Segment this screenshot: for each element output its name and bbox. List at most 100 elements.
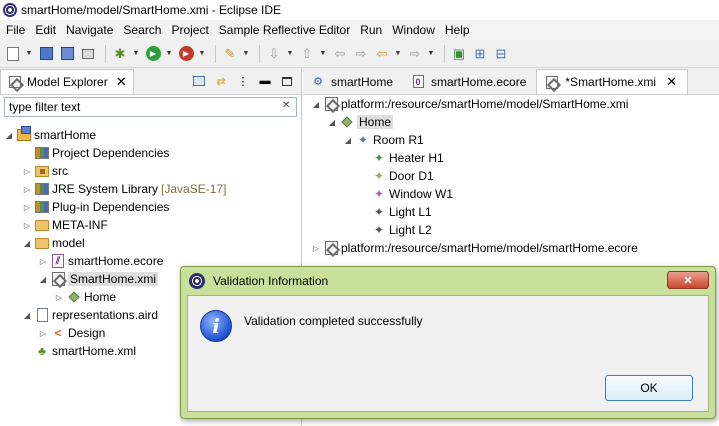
save-all-icon[interactable] bbox=[58, 45, 76, 63]
menu-file[interactable]: File bbox=[0, 23, 30, 37]
forward-dropdown-icon[interactable]: ▼ bbox=[427, 45, 435, 63]
model-element-icon: ✦ bbox=[373, 169, 385, 183]
menu-bar: File Edit Navigate Search Project Sample… bbox=[0, 20, 719, 40]
tree-item-plugin-dependencies[interactable]: ▷ Plug-in Dependencies bbox=[0, 198, 300, 216]
collapse-arrow-icon[interactable]: ▷ bbox=[22, 185, 32, 194]
expand-arrow-icon[interactable]: ◢ bbox=[311, 100, 321, 109]
run-icon[interactable]: ▶ bbox=[144, 45, 162, 63]
model-element-icon: ✦ bbox=[373, 187, 385, 201]
tree-item-smarthome-project[interactable]: ◢ smartHome bbox=[0, 126, 300, 144]
tab-model-explorer[interactable]: Model Explorer ✕ bbox=[0, 69, 134, 94]
open-perspective-icon[interactable]: ▣ bbox=[450, 45, 468, 63]
model-element-icon: ✦ bbox=[373, 151, 385, 165]
run-dropdown-icon[interactable]: ▼ bbox=[165, 45, 173, 63]
menu-edit[interactable]: Edit bbox=[30, 23, 61, 37]
tree-item-light-l2[interactable]: ✦ Light L2 bbox=[311, 221, 638, 239]
ok-button[interactable]: OK bbox=[605, 375, 693, 401]
filter-input[interactable] bbox=[4, 97, 297, 117]
external-tools-icon[interactable]: ▶ bbox=[177, 45, 195, 63]
next-annotation-icon[interactable]: ⇩ bbox=[265, 45, 283, 63]
validation-dialog: Validation Information ✕ i Validation co… bbox=[180, 266, 716, 419]
tree-item-heater-h1[interactable]: ✦ Heater H1 bbox=[311, 149, 638, 167]
minimize-icon[interactable]: ▬ bbox=[257, 73, 273, 89]
tree-item-meta-inf[interactable]: ▷ META-INF bbox=[0, 216, 300, 234]
tab-smarthome[interactable]: ⚙ smartHome bbox=[303, 69, 403, 94]
tree-item-home[interactable]: ◢ Home bbox=[311, 113, 638, 131]
tab-smarthome-xmi[interactable]: *SmartHome.xmi ✕ bbox=[536, 69, 688, 94]
menu-project[interactable]: Project bbox=[166, 23, 213, 37]
tree-item-label: JRE System Library bbox=[52, 182, 159, 196]
tree-item-src[interactable]: ▷ src bbox=[0, 162, 300, 180]
diagram-icon: ⚙ bbox=[313, 76, 323, 88]
new-dropdown-icon[interactable]: ▼ bbox=[25, 45, 33, 63]
menu-run[interactable]: Run bbox=[355, 23, 387, 37]
menu-navigate[interactable]: Navigate bbox=[61, 23, 118, 37]
open-task-dropdown-icon[interactable]: ▼ bbox=[242, 45, 250, 63]
collapse-arrow-icon[interactable]: ▷ bbox=[38, 257, 48, 266]
new-icon[interactable] bbox=[4, 45, 22, 63]
collapse-arrow-icon[interactable]: ▷ bbox=[54, 293, 64, 302]
tab-smarthome-ecore[interactable]: 0 smartHome.ecore bbox=[403, 69, 536, 94]
forward-icon[interactable]: ⇨ bbox=[406, 45, 424, 63]
tree-item-label: smartHome.ecore bbox=[68, 254, 164, 268]
view-menu-icon[interactable]: ⋮ bbox=[235, 73, 251, 89]
tree-item-xmi-resource[interactable]: ◢ platform:/resource/smartHome/model/Sma… bbox=[311, 95, 638, 113]
collapse-arrow-icon[interactable]: ▷ bbox=[311, 244, 321, 253]
tree-item-label: Home bbox=[357, 115, 394, 129]
save-icon[interactable] bbox=[37, 45, 55, 63]
close-icon[interactable]: ✕ bbox=[116, 74, 127, 90]
link-with-editor-icon[interactable]: ⇄ bbox=[213, 73, 229, 89]
tree-item-room-r1[interactable]: ◢ ✦ Room R1 bbox=[311, 131, 638, 149]
clear-filter-icon[interactable]: ✕ bbox=[282, 100, 290, 111]
xmi-file-icon bbox=[323, 240, 339, 256]
expand-arrow-icon[interactable]: ◢ bbox=[22, 311, 32, 320]
tree-item-jre-system-library[interactable]: ▷ JRE System Library [JavaSE-17] bbox=[0, 180, 300, 198]
xmi-file-icon bbox=[545, 75, 559, 89]
tree-item-label: representations.aird bbox=[52, 308, 159, 322]
tree-item-model[interactable]: ◢ model bbox=[0, 234, 300, 252]
menu-sample-reflective-editor[interactable]: Sample Reflective Editor bbox=[214, 23, 355, 37]
collapse-arrow-icon[interactable]: ▷ bbox=[22, 221, 32, 230]
previous-annotation-icon[interactable]: ⇧ bbox=[298, 45, 316, 63]
expand-arrow-icon[interactable]: ◢ bbox=[38, 275, 48, 284]
folder-open-icon bbox=[34, 235, 50, 251]
back-dropdown-icon[interactable]: ▼ bbox=[394, 45, 402, 63]
tree-item-window-w1[interactable]: ✦ Window W1 bbox=[311, 185, 638, 203]
debug-dropdown-icon[interactable]: ▼ bbox=[132, 45, 140, 63]
menu-help[interactable]: Help bbox=[440, 23, 475, 37]
model-element-icon bbox=[339, 114, 355, 130]
collapse-arrow-icon[interactable]: ▷ bbox=[22, 203, 32, 212]
tree-item-door-d1[interactable]: ✦ Door D1 bbox=[311, 167, 638, 185]
external-tools-dropdown-icon[interactable]: ▼ bbox=[198, 45, 206, 63]
previous-annotation-dropdown-icon[interactable]: ▼ bbox=[319, 45, 327, 63]
collapse-arrow-icon[interactable]: ▷ bbox=[22, 167, 32, 176]
menu-window[interactable]: Window bbox=[387, 23, 440, 37]
expand-arrow-icon[interactable]: ◢ bbox=[343, 136, 353, 145]
expand-arrow-icon[interactable]: ◢ bbox=[22, 239, 32, 248]
maximize-icon[interactable] bbox=[279, 73, 295, 89]
dialog-close-button[interactable]: ✕ bbox=[667, 271, 709, 289]
print-icon[interactable] bbox=[79, 45, 97, 63]
toolbar-separator bbox=[259, 44, 260, 63]
tree-item-project-dependencies[interactable]: Project Dependencies bbox=[0, 144, 300, 162]
tree-item-label: platform:/resource/smartHome/model/smart… bbox=[341, 241, 638, 255]
tree-item-ecore-resource[interactable]: ▷ platform:/resource/smartHome/model/sma… bbox=[311, 239, 638, 257]
java-perspective-icon[interactable]: ⊞ bbox=[471, 45, 489, 63]
menu-search[interactable]: Search bbox=[118, 23, 166, 37]
open-task-icon[interactable]: ✎ bbox=[221, 45, 239, 63]
collapse-all-icon[interactable] bbox=[191, 73, 207, 89]
forward-edit-icon[interactable]: ⇨ bbox=[352, 45, 370, 63]
modeling-perspective-icon[interactable]: ⊟ bbox=[492, 45, 510, 63]
tree-item-light-l1[interactable]: ✦ Light L1 bbox=[311, 203, 638, 221]
collapse-arrow-icon[interactable]: ▷ bbox=[38, 329, 48, 338]
close-icon[interactable]: ✕ bbox=[666, 74, 677, 90]
expand-arrow-icon[interactable]: ◢ bbox=[327, 118, 337, 127]
expand-arrow-icon[interactable]: ◢ bbox=[4, 131, 14, 140]
aird-file-icon bbox=[34, 307, 50, 323]
debug-icon[interactable]: ✱ bbox=[111, 45, 129, 63]
next-annotation-dropdown-icon[interactable]: ▼ bbox=[286, 45, 294, 63]
back-icon[interactable]: ⇦ bbox=[373, 45, 391, 63]
filter-wrap bbox=[0, 95, 301, 119]
last-edit-icon[interactable]: ⇦ bbox=[331, 45, 349, 63]
tree-item-label: Light L2 bbox=[389, 223, 432, 237]
